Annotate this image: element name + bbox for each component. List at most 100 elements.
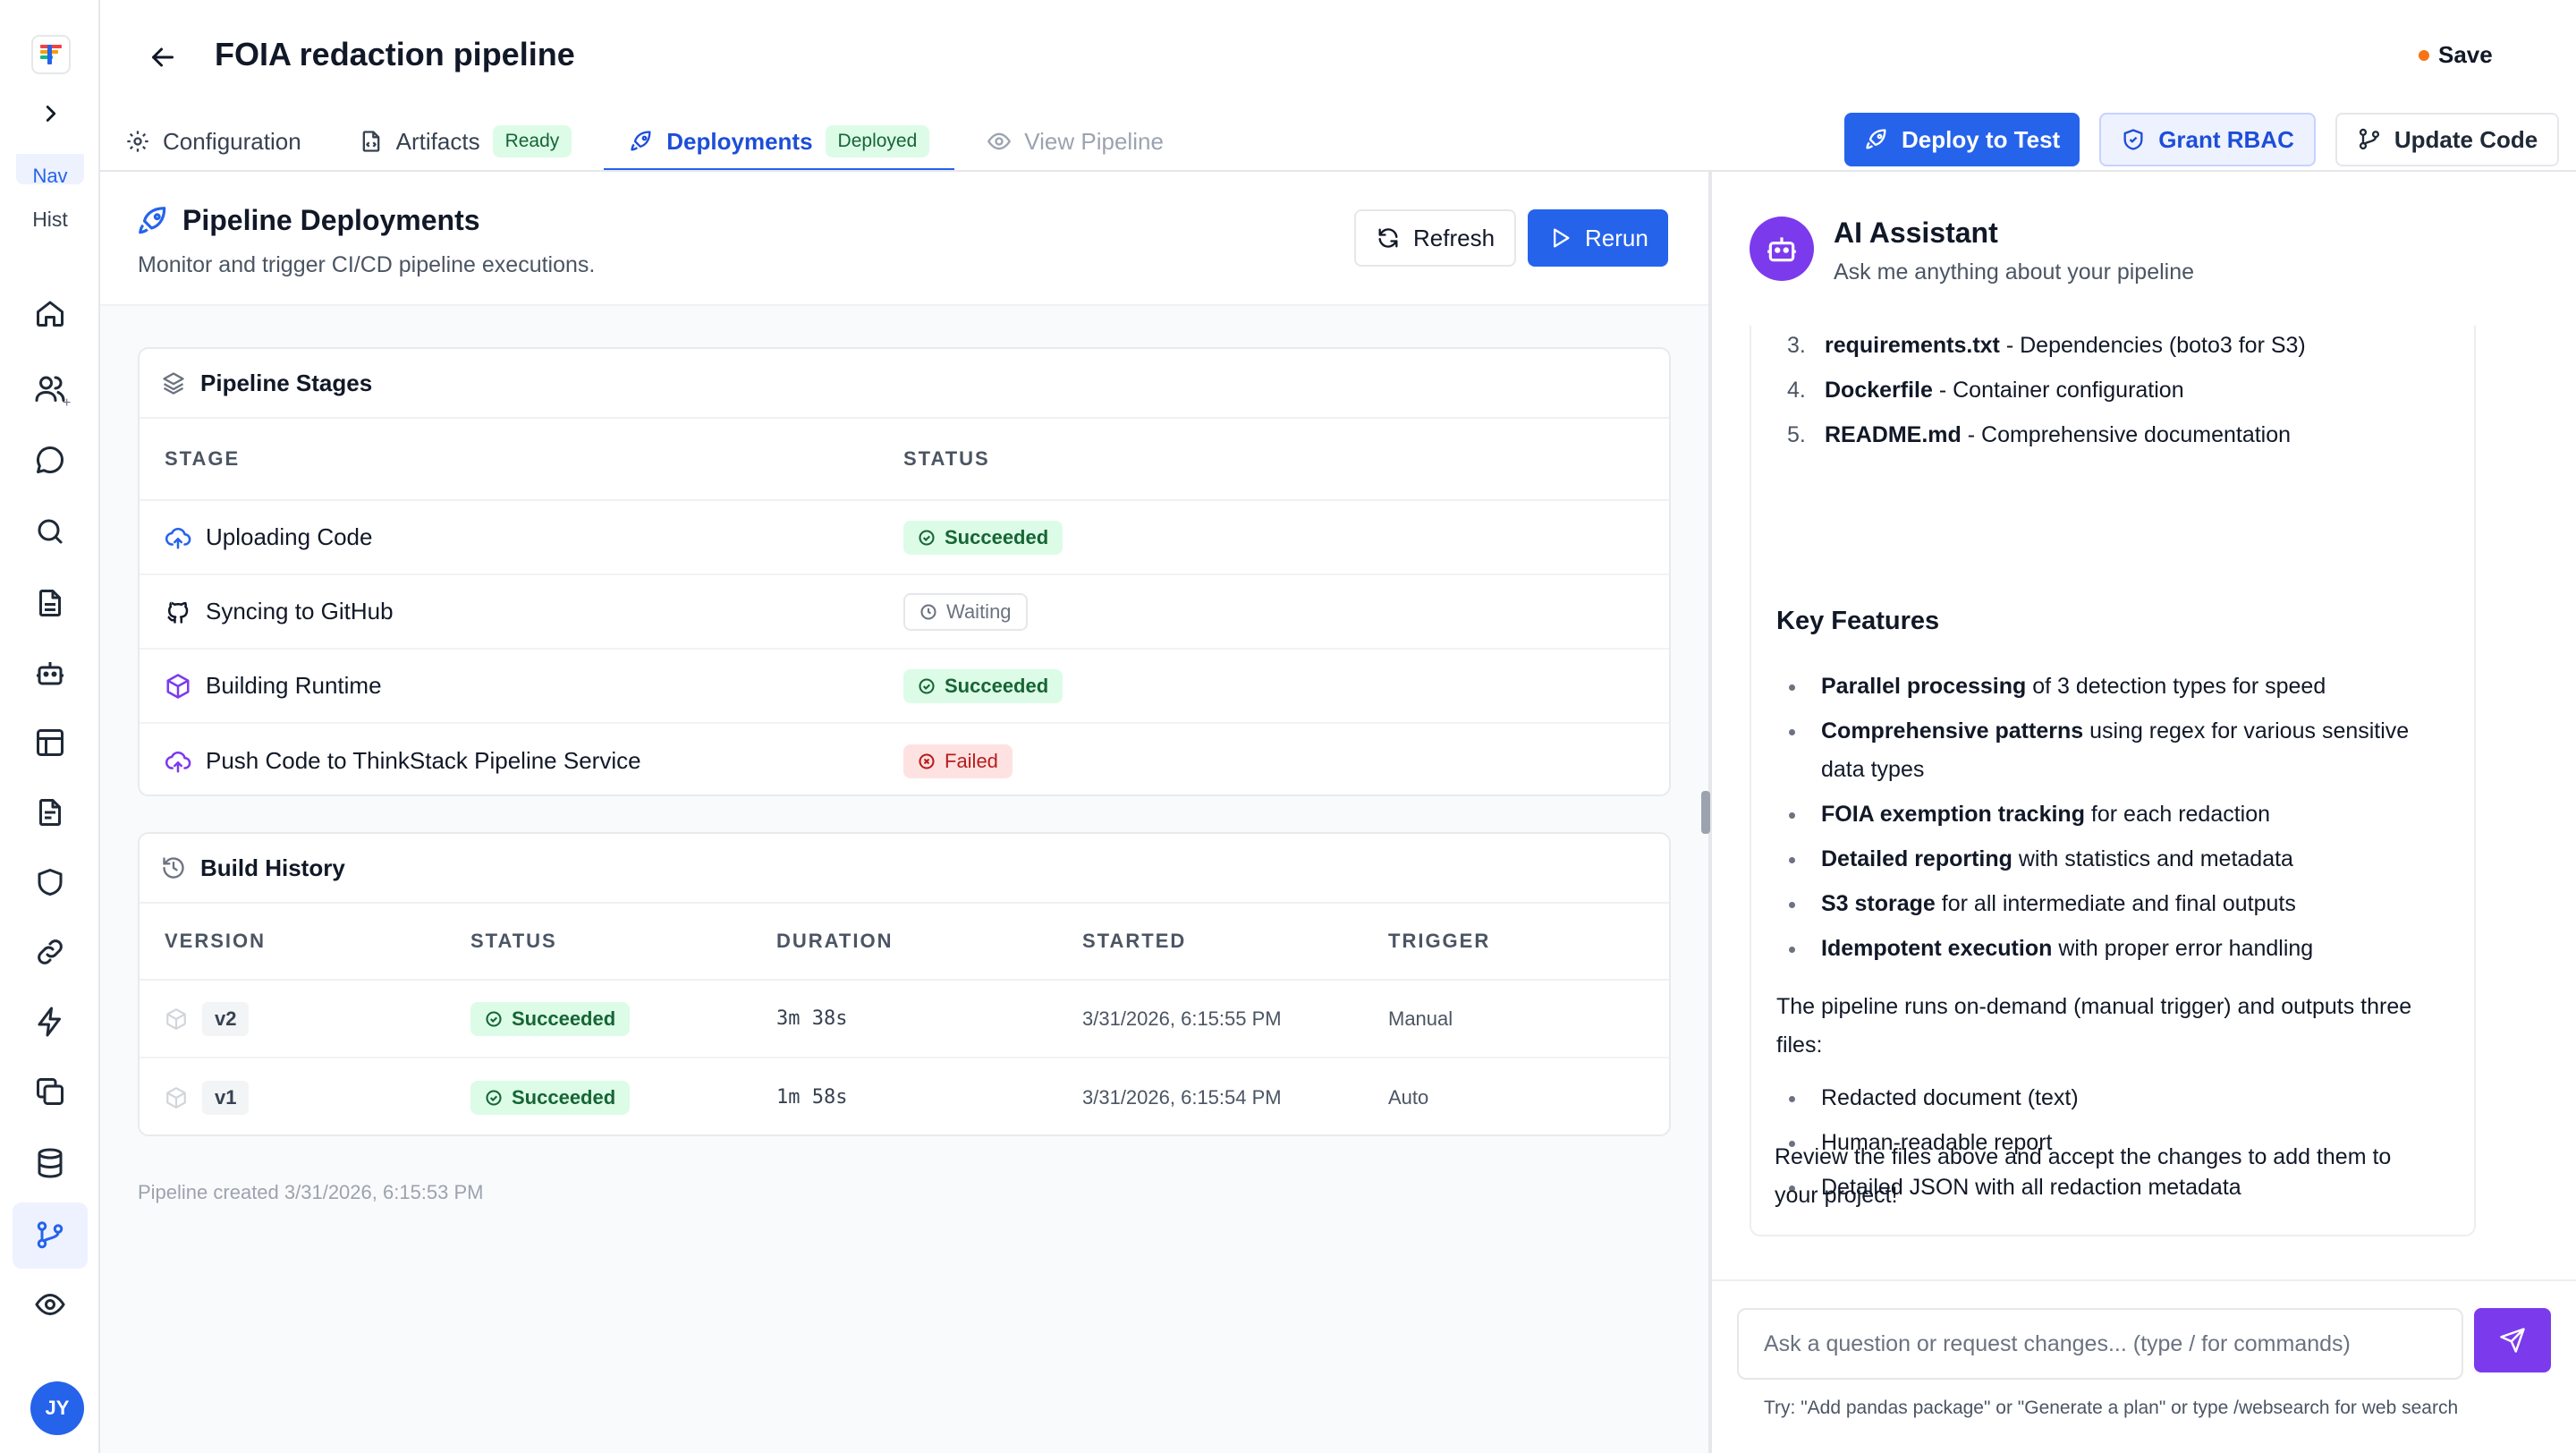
list-item: 5. README.md - Comprehensive documentatio… [1787, 422, 2292, 447]
nav-toggle[interactable]: Nav [16, 154, 84, 184]
list-item: 3. requirements.txt - Dependencies (boto3… [1787, 333, 2306, 358]
tab-configuration[interactable]: Configuration [125, 113, 301, 170]
save-button[interactable]: Save [2419, 41, 2493, 69]
status-badge: Succeeded [470, 1080, 631, 1115]
chat-bubble-icon[interactable] [23, 433, 77, 487]
panel-title: Pipeline Deployments [182, 204, 480, 236]
app-logo-icon[interactable] [30, 34, 72, 75]
deployed-badge: Deployed [825, 125, 930, 157]
feature-list: Parallel processing of 3 detection types… [1776, 667, 2456, 974]
chat-input[interactable] [1737, 1308, 2463, 1380]
chat-footer: Try: "Add pandas package" or "Generate a… [1712, 1279, 2576, 1453]
expand-sidebar-chevron-icon[interactable] [38, 100, 64, 127]
stage-row[interactable]: Uploading Code Succeeded [140, 501, 1669, 575]
update-code-button[interactable]: Update Code [2334, 113, 2560, 166]
shield-check-icon [2121, 127, 2146, 152]
tab-label: Artifacts [395, 127, 480, 155]
package-icon [165, 1086, 188, 1109]
trigger: Auto [1388, 1085, 1429, 1109]
pipeline-stages-card: Pipeline Stages STAGE STATUS Uploading C… [138, 347, 1671, 796]
document-icon[interactable] [23, 576, 77, 630]
history-icon [161, 855, 186, 880]
assistant-header: AI Assistant Ask me anything about your … [1712, 172, 2576, 326]
link-icon[interactable] [23, 925, 77, 979]
resize-handle[interactable] [1701, 791, 1710, 834]
stage-name: Syncing to GitHub [206, 598, 394, 625]
status-badge: Succeeded [903, 668, 1063, 703]
chat-scroll-area[interactable]: 3. requirements.txt - Dependencies (boto3… [1750, 326, 2476, 1238]
table-header: VERSION STATUS DURATION STARTED TRIGGER [140, 904, 1669, 981]
list-item: Idempotent execution with proper error h… [1776, 930, 2456, 968]
shield-icon[interactable] [23, 855, 77, 909]
home-icon[interactable] [23, 286, 77, 340]
ready-badge: Ready [492, 125, 572, 157]
refresh-icon [1376, 225, 1401, 251]
user-avatar[interactable]: JY [30, 1381, 84, 1435]
file-code-icon [359, 129, 384, 154]
cloud-upload-icon [165, 524, 191, 551]
list-item: Redacted document (text) [1776, 1079, 2456, 1117]
deploy-label: Deploy to Test [1902, 125, 2061, 153]
tab-bar: Configuration Artifacts Ready Deployment… [125, 113, 1221, 172]
table-header: STAGE STATUS [140, 419, 1669, 501]
status-text: Succeeded [945, 674, 1049, 697]
status-text: Waiting [946, 599, 1012, 623]
refresh-button[interactable]: Refresh [1354, 209, 1517, 267]
hist-toggle[interactable]: Hist [0, 208, 100, 232]
builds-title: Build History [200, 854, 345, 881]
stage-row[interactable]: Push Code to ThinkStack Pipeline Service… [140, 724, 1669, 794]
tab-label: View Pipeline [1024, 127, 1164, 155]
list-item: Parallel processing of 3 detection types… [1776, 667, 2456, 706]
eye-icon [987, 129, 1012, 154]
tab-deployments[interactable]: Deployments Deployed [604, 113, 955, 172]
stage-name: Uploading Code [206, 523, 373, 550]
list-item: FOIA exemption tracking for each redacti… [1776, 795, 2456, 834]
trigger: Manual [1388, 1007, 1453, 1030]
stage-row[interactable]: Building Runtime Succeeded [140, 650, 1669, 724]
ai-assistant-panel: AI Assistant Ask me anything about your … [1712, 172, 2576, 1453]
eye-icon[interactable] [23, 1278, 77, 1331]
send-button[interactable] [2474, 1308, 2551, 1372]
build-row[interactable]: v2 Succeeded 3m 38s 3/31/2026, 6:15:55 P… [140, 981, 1669, 1058]
deployments-panel: Pipeline Deployments Monitor and trigger… [100, 172, 1708, 1453]
database-icon[interactable] [23, 1136, 77, 1190]
started: 3/31/2026, 6:15:54 PM [1082, 1085, 1282, 1109]
bot-icon[interactable] [23, 646, 77, 700]
stage-row[interactable]: Syncing to GitHub Waiting [140, 575, 1669, 650]
stages-title: Pipeline Stages [200, 369, 373, 396]
cloud-upload-icon [165, 748, 191, 775]
copy-icon[interactable] [23, 1065, 77, 1118]
rocket-icon [629, 129, 654, 154]
back-arrow-icon[interactable] [147, 41, 179, 73]
layout-icon[interactable] [23, 716, 77, 769]
header-actions: Deploy to Test Grant RBAC Update Code [1844, 113, 2560, 166]
duration: 1m 58s [776, 1086, 848, 1109]
rerun-label: Rerun [1585, 224, 1648, 251]
build-row[interactable]: v1 Succeeded 1m 58s 3/31/2026, 6:15:54 P… [140, 1058, 1669, 1134]
git-branch-icon[interactable] [13, 1202, 88, 1269]
closing-paragraph: Review the files above and accept the ch… [1775, 1144, 2392, 1208]
deploy-to-test-button[interactable]: Deploy to Test [1844, 113, 2080, 166]
rerun-button[interactable]: Rerun [1528, 209, 1668, 267]
send-icon [2499, 1327, 2526, 1354]
stage-name: Building Runtime [206, 672, 382, 699]
search-icon[interactable] [23, 505, 77, 558]
grant-rbac-button[interactable]: Grant RBAC [2099, 113, 2316, 166]
left-rail: Nav Hist + JY [0, 0, 100, 1453]
card-title: Pipeline Stages [140, 349, 1669, 419]
pipeline-created-note: Pipeline created 3/31/2026, 6:15:53 PM [138, 1181, 484, 1203]
col-version: VERSION [165, 930, 267, 952]
version-chip: v1 [202, 1080, 250, 1115]
tab-label: Configuration [163, 127, 301, 155]
tab-artifacts[interactable]: Artifacts Ready [359, 113, 572, 170]
tab-view-pipeline[interactable]: View Pipeline [987, 113, 1164, 170]
list-item: Detailed reporting with statistics and m… [1776, 840, 2456, 879]
file-text-icon[interactable] [23, 786, 77, 839]
save-label: Save [2438, 41, 2493, 68]
lightning-icon[interactable] [23, 995, 77, 1049]
duration: 3m 38s [776, 1007, 848, 1030]
panel-subtitle: Monitor and trigger CI/CD pipeline execu… [138, 252, 596, 277]
git-branch-icon [2357, 127, 2382, 152]
status-text: Succeeded [512, 1007, 616, 1030]
status-badge: Succeeded [903, 520, 1063, 555]
